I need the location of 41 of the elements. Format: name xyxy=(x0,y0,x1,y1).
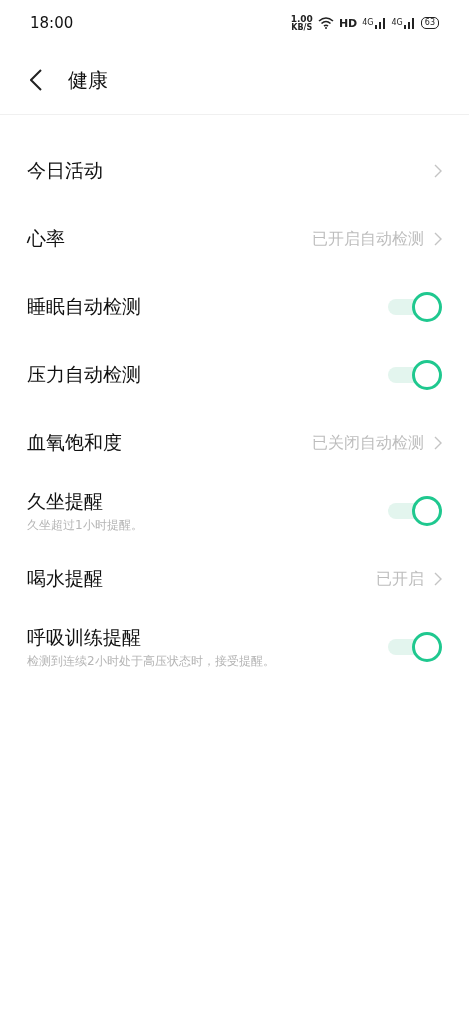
speed-unit: KB/S xyxy=(291,23,313,32)
setting-label: 呼吸训练提醒 xyxy=(27,624,142,650)
setting-label: 压力自动检测 xyxy=(27,362,142,387)
setting-value: 已关闭自动检测 xyxy=(312,432,424,454)
setting-label: 喝水提醒 xyxy=(27,566,104,591)
wifi-icon xyxy=(317,17,334,29)
setting-label: 久坐提醒 xyxy=(27,488,104,514)
back-icon[interactable] xyxy=(30,69,42,91)
hd-label: HD xyxy=(338,16,358,30)
network-type: 4G xyxy=(391,17,403,27)
toggle-switch[interactable] xyxy=(386,635,442,659)
settings-row[interactable]: 心率 已开启自动检测 xyxy=(0,205,469,273)
page-title: 健康 xyxy=(68,66,108,94)
network-speed: 1.00 xyxy=(290,14,313,24)
settings-row[interactable]: 呼吸训练提醒 检测到连续2小时处于高压状态时，接受提醒。 xyxy=(0,613,469,681)
battery-level: 63 xyxy=(420,17,439,29)
setting-label: 心率 xyxy=(27,226,66,251)
status-time: 18:00 xyxy=(30,14,74,32)
network-type: 4G xyxy=(362,17,374,27)
setting-label: 今日活动 xyxy=(27,158,104,183)
toggle-switch[interactable] xyxy=(386,295,442,319)
chevron-right-icon xyxy=(434,572,442,586)
setting-value: 已开启 xyxy=(376,568,424,590)
settings-row[interactable]: 久坐提醒 久坐超过1小时提醒。 xyxy=(0,477,469,545)
setting-description: 检测到连续2小时处于高压状态时，接受提醒。 xyxy=(27,652,276,670)
chevron-right-icon xyxy=(434,164,442,178)
settings-row[interactable]: 血氧饱和度 已关闭自动检测 xyxy=(0,409,469,477)
settings-row[interactable]: 睡眠自动检测 xyxy=(0,273,469,341)
setting-description: 久坐超过1小时提醒。 xyxy=(27,516,144,534)
toggle-switch[interactable] xyxy=(386,499,442,523)
chevron-right-icon xyxy=(434,436,442,450)
settings-row[interactable]: 喝水提醒 已开启 xyxy=(0,545,469,613)
signal-icon xyxy=(403,17,416,29)
setting-label: 睡眠自动检测 xyxy=(27,294,142,319)
settings-row[interactable]: 压力自动检测 xyxy=(0,341,469,409)
signal-icon xyxy=(374,17,387,29)
toggle-switch[interactable] xyxy=(386,363,442,387)
chevron-right-icon xyxy=(434,232,442,246)
setting-label: 血氧饱和度 xyxy=(27,430,123,455)
settings-row[interactable]: 今日活动 xyxy=(0,137,469,205)
setting-value: 已开启自动检测 xyxy=(312,228,424,250)
